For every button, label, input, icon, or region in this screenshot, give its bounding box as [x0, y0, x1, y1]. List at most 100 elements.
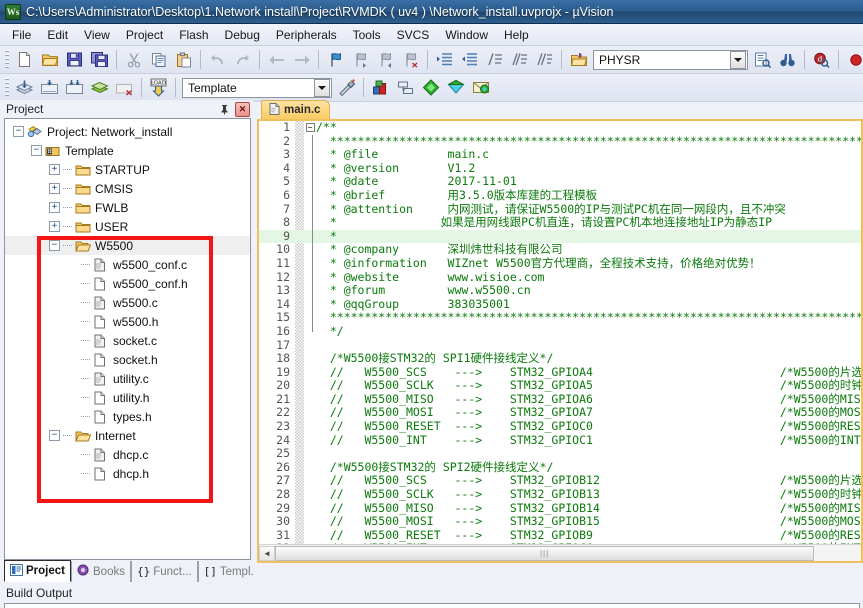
build-output-content[interactable] [4, 603, 860, 608]
code-line[interactable]: 11 * @information WIZnet W5500官方代理商，全程技术… [259, 256, 861, 271]
code-line[interactable]: 12 * @website www.wisioe.com [259, 270, 861, 285]
code-line[interactable]: 6 * @brief 用3.5.0版本库建的工程模板 [259, 188, 861, 203]
code-line[interactable]: 31 // W5500_RESET ---> STM32_GPIOB9 /*W5… [259, 528, 861, 543]
expander-plus-icon[interactable]: + [49, 164, 60, 175]
expander-plus-icon[interactable]: + [49, 183, 60, 194]
find-combo[interactable]: PHYSR [593, 49, 748, 70]
bookmark-prev-icon[interactable] [349, 48, 372, 71]
code-line[interactable]: 10 * @company 深圳炜世科技有限公司 [259, 243, 861, 257]
expander-plus-icon[interactable]: + [49, 202, 60, 213]
code-line[interactable]: 3 * @file main.c [259, 148, 861, 162]
expander-minus-icon[interactable]: − [49, 240, 60, 251]
code-line[interactable]: 2 **************************************… [259, 134, 861, 149]
menu-item-svcs[interactable]: SVCS [389, 25, 438, 45]
tree-item-file[interactable]: socket.c [5, 331, 250, 350]
rebuild-all-icon[interactable] [63, 76, 86, 99]
code-line[interactable]: 16 */ [259, 324, 861, 339]
scrollbar-thumb[interactable]: ||| [275, 545, 815, 561]
tree-item-file[interactable]: w5500_conf.h [5, 274, 250, 293]
tab-functions[interactable]: {} Funct... [130, 561, 198, 582]
multi-project-icon[interactable] [394, 76, 417, 99]
translate-icon[interactable] [13, 76, 36, 99]
chevron-down-icon[interactable] [314, 78, 330, 97]
code-line[interactable]: 22 // W5500_MOSI ---> STM32_GPIOA7 /*W55… [259, 406, 861, 420]
tree-item-fwlb[interactable]: + FWLB [5, 198, 250, 217]
tree-item-file[interactable]: dhcp.h [5, 464, 250, 483]
expander-plus-icon[interactable]: + [49, 221, 60, 232]
tree-item-template[interactable]: − Template [5, 141, 250, 160]
menu-item-peripherals[interactable]: Peripherals [268, 25, 345, 45]
debug-session-icon[interactable]: d [810, 48, 833, 71]
tab-project[interactable]: Project [4, 560, 71, 582]
indent-increase-icon[interactable] [433, 48, 456, 71]
tree-item-internet[interactable]: − Internet [5, 426, 250, 445]
manage-run-time-env-icon[interactable] [444, 76, 467, 99]
code-line[interactable]: 19 // W5500_SCS ---> STM32_GPIOA4 /*W550… [259, 365, 861, 380]
breakpoint-insert-icon[interactable] [844, 48, 863, 71]
scrollbar-track[interactable]: ||| [275, 545, 861, 561]
paste-icon[interactable] [172, 48, 195, 71]
editor-horizontal-scrollbar[interactable]: ◄ ||| [259, 544, 861, 561]
tree-item-w5500[interactable]: − W5500 [5, 236, 250, 255]
bookmark-clear-icon[interactable] [399, 48, 422, 71]
code-line[interactable]: 13 * @forum www.w5500.cn [259, 284, 861, 298]
code-line[interactable]: 24 // W5500_INT ---> STM32_GPIOC1 /*W550… [259, 433, 861, 448]
project-tree[interactable]: − Project: Network_install − Template + … [4, 118, 251, 560]
code-line[interactable]: 4 * @version V1.2 [259, 161, 861, 176]
navigate-back-icon[interactable] [265, 48, 288, 71]
code-line-current[interactable]: 9 * [259, 229, 861, 244]
stop-build-icon[interactable] [113, 76, 136, 99]
scroll-left-arrow-icon[interactable]: ◄ [259, 545, 275, 561]
code-lines[interactable]: 1−/** 2 ********************************… [259, 121, 861, 544]
close-icon[interactable]: ✕ [235, 101, 250, 117]
menu-item-flash[interactable]: Flash [171, 25, 216, 45]
tree-item-startup[interactable]: + STARTUP [5, 160, 250, 179]
menu-item-file[interactable]: File [4, 25, 39, 45]
tree-item-cmsis[interactable]: + CMSIS [5, 179, 250, 198]
find-combo-value[interactable]: PHYSR [594, 53, 730, 67]
code-line[interactable]: 1 −/** [259, 121, 861, 135]
code-line[interactable]: 7 * @attention 内网测试，请保证W5500的IP与测试PC机在同一… [259, 202, 861, 217]
bookmark-toggle-icon[interactable] [324, 48, 347, 71]
code-line[interactable]: 27 // W5500_SCS ---> STM32_GPIOB12 /*W55… [259, 474, 861, 488]
menu-item-debug[interactable]: Debug [217, 25, 268, 45]
binoculars-icon[interactable] [776, 48, 799, 71]
code-line[interactable]: 14 * @qqGroup 383035001 [259, 297, 861, 312]
menu-item-edit[interactable]: Edit [39, 25, 76, 45]
menu-item-window[interactable]: Window [437, 25, 496, 45]
menu-item-tools[interactable]: Tools [345, 25, 389, 45]
bookmark-next-icon[interactable] [374, 48, 397, 71]
expander-minus-icon[interactable]: − [49, 430, 60, 441]
code-line[interactable]: 17 [259, 338, 861, 353]
manage-project-items-icon[interactable] [369, 76, 392, 99]
target-options-icon[interactable] [335, 76, 358, 99]
editor-tab-mainc[interactable]: main.c [261, 100, 331, 119]
code-line[interactable]: 5 * @date 2017-11-01 [259, 175, 861, 189]
menu-item-project[interactable]: Project [118, 25, 171, 45]
indent-decrease-icon[interactable] [458, 48, 481, 71]
find-in-files-icon[interactable] [751, 48, 774, 71]
uncomment-icon[interactable] [508, 48, 531, 71]
tree-item-file[interactable]: w5500.h [5, 312, 250, 331]
batch-build-icon[interactable] [88, 76, 111, 99]
open-file-icon[interactable] [38, 48, 61, 71]
find-in-files-open-icon[interactable] [567, 48, 590, 71]
expander-minus-icon[interactable]: − [13, 126, 24, 137]
menu-item-view[interactable]: View [76, 25, 118, 45]
fold-minus-icon[interactable]: − [304, 123, 316, 133]
chevron-down-icon[interactable] [730, 50, 746, 69]
pack-installer-icon[interactable] [419, 76, 442, 99]
tree-item-file[interactable]: types.h [5, 407, 250, 426]
code-line[interactable]: 26 /*W5500接STM32的 SPI2硬件接线定义*/ [259, 460, 861, 475]
tree-item-project[interactable]: − Project: Network_install [5, 122, 250, 141]
navigate-forward-icon[interactable] [290, 48, 313, 71]
undo-icon[interactable] [206, 48, 229, 71]
code-line[interactable]: 29 // W5500_MISO ---> STM32_GPIOB14 /*W5… [259, 501, 861, 516]
code-line[interactable]: 25 [259, 447, 861, 461]
configure-layers-icon[interactable] [469, 76, 492, 99]
tab-templates[interactable]: [] Templ... [197, 561, 253, 582]
code-line[interactable]: 18 /*W5500接STM32的 SPI1硬件接线定义*/ [259, 351, 861, 366]
tree-item-file[interactable]: utility.c [5, 369, 250, 388]
code-line[interactable]: 28 // W5500_SCLK ---> STM32_GPIOB13 /*W5… [259, 487, 861, 502]
save-all-icon[interactable] [88, 48, 111, 71]
